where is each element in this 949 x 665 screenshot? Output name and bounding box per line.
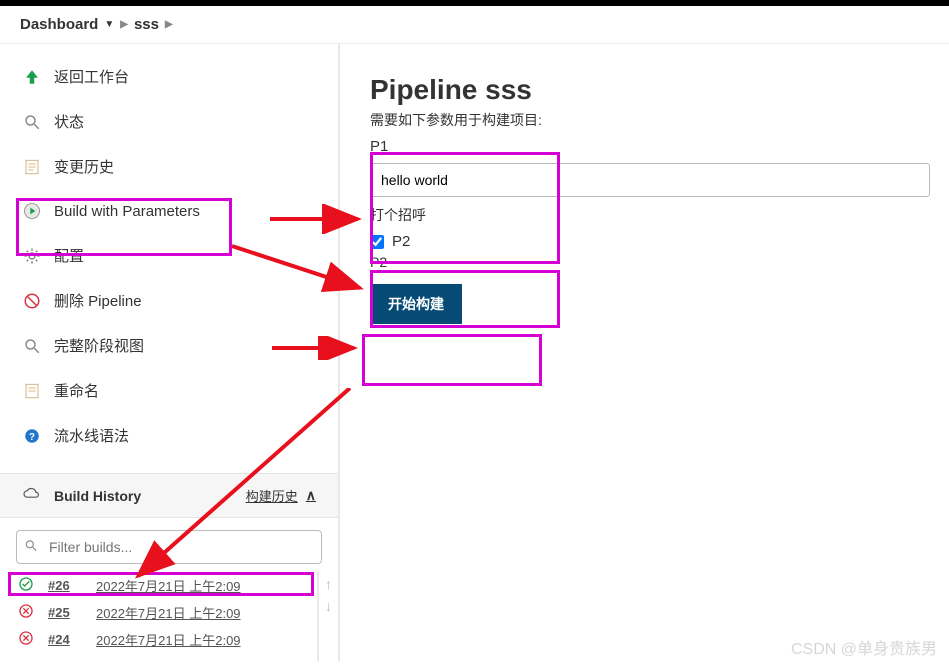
- param-p1-input[interactable]: [370, 163, 930, 197]
- build-history-subtitle[interactable]: 构建历史: [246, 486, 298, 505]
- status-fail-icon: [18, 603, 34, 622]
- sidebar-item-back[interactable]: 返回工作台: [0, 54, 338, 99]
- build-history-title: Build History: [54, 488, 141, 504]
- sidebar-item-label: 删除 Pipeline: [54, 290, 142, 311]
- param-p2-label: P2: [392, 233, 410, 250]
- chevron-up-icon[interactable]: ∧: [306, 487, 316, 504]
- sidebar-item-label: 变更历史: [54, 156, 114, 177]
- arrow-up-icon[interactable]: ↑: [325, 576, 332, 592]
- param-p2-checkbox[interactable]: [370, 235, 384, 249]
- breadcrumb-dashboard[interactable]: Dashboard: [20, 16, 98, 33]
- chevron-right-icon: ▶: [120, 19, 128, 30]
- sidebar-item-changes[interactable]: 变更历史: [0, 144, 338, 189]
- build-row[interactable]: #26 2022年7月21日 上午2:09: [16, 572, 301, 599]
- build-time[interactable]: 2022年7月21日 上午2:09: [96, 576, 241, 595]
- sidebar-item-label: 状态: [54, 111, 84, 132]
- watermark: CSDN @单身贵族男: [791, 635, 937, 659]
- sidebar-item-delete[interactable]: 删除 Pipeline: [0, 278, 338, 323]
- search-icon: [22, 336, 42, 356]
- build-number[interactable]: #25: [48, 605, 82, 620]
- build-row[interactable]: #25 2022年7月21日 上午2:09: [16, 599, 301, 626]
- chevron-right-icon: ▶: [165, 19, 173, 30]
- arrow-up-icon: [22, 67, 42, 87]
- cloud-icon: [22, 486, 42, 505]
- build-row[interactable]: #24 2022年7月21日 上午2:09: [16, 626, 301, 653]
- sidebar: 返回工作台 状态 变更历史 Build with Parameters 配置 删…: [0, 44, 340, 661]
- play-gear-icon: [22, 201, 42, 221]
- page-subtitle: 需要如下参数用于构建项目:: [370, 110, 939, 130]
- sidebar-item-label: 流水线语法: [54, 425, 129, 446]
- sidebar-item-syntax[interactable]: ? 流水线语法: [0, 413, 338, 458]
- help-icon: ?: [22, 426, 42, 446]
- param-p1-desc: 打个招呼: [370, 205, 939, 225]
- start-build-button[interactable]: 开始构建: [370, 284, 462, 324]
- param-p2-desc: P2: [370, 254, 939, 270]
- page-title: Pipeline sss: [370, 74, 939, 106]
- breadcrumb-project[interactable]: sss: [134, 16, 159, 33]
- sidebar-item-label: 配置: [54, 245, 84, 266]
- sidebar-item-rename[interactable]: 重命名: [0, 368, 338, 413]
- build-history-header[interactable]: Build History 构建历史 ∧: [0, 473, 338, 518]
- svg-text:?: ?: [29, 431, 35, 442]
- filter-builds-input[interactable]: [16, 530, 322, 564]
- sidebar-item-label: Build with Parameters: [54, 203, 200, 220]
- breadcrumb: Dashboard ▼ ▶ sss ▶: [0, 6, 949, 44]
- sidebar-item-label: 完整阶段视图: [54, 335, 144, 356]
- sidebar-item-status[interactable]: 状态: [0, 99, 338, 144]
- build-time[interactable]: 2022年7月21日 上午2:09: [96, 630, 241, 649]
- gear-icon: [22, 246, 42, 266]
- arrow-down-icon[interactable]: ↓: [325, 598, 332, 614]
- sidebar-item-configure[interactable]: 配置: [0, 233, 338, 278]
- build-number[interactable]: #26: [48, 578, 82, 593]
- sidebar-item-label: 重命名: [54, 380, 99, 401]
- sidebar-item-label: 返回工作台: [54, 66, 129, 87]
- sidebar-item-build-params[interactable]: Build with Parameters: [0, 189, 338, 233]
- build-number[interactable]: #24: [48, 632, 82, 647]
- notes-icon: [22, 157, 42, 177]
- chevron-down-icon[interactable]: ▼: [104, 19, 114, 30]
- status-fail-icon: [18, 630, 34, 649]
- param-p1-label: P1: [370, 138, 939, 155]
- notes-icon: [22, 381, 42, 401]
- build-time[interactable]: 2022年7月21日 上午2:09: [96, 603, 241, 622]
- trend-controls: ↑ ↓: [317, 572, 338, 661]
- delete-icon: [22, 291, 42, 311]
- status-success-icon: [18, 576, 34, 595]
- search-icon: [24, 539, 38, 556]
- sidebar-item-stage-view[interactable]: 完整阶段视图: [0, 323, 338, 368]
- main-content: Pipeline sss 需要如下参数用于构建项目: P1 打个招呼 P2 P2…: [340, 44, 949, 661]
- search-icon: [22, 112, 42, 132]
